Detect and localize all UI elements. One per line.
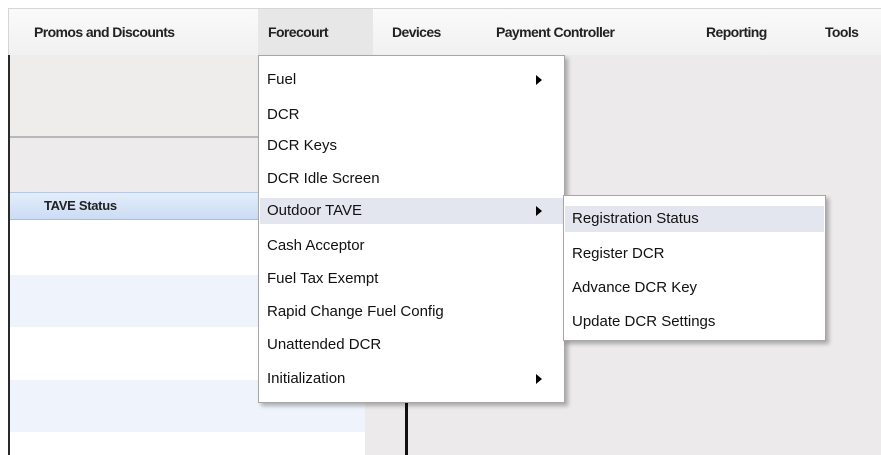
menu-reporting[interactable]: Reporting [706,9,767,55]
toolbar-area [10,55,260,138]
divider-line [405,400,408,455]
forecourt-dropdown-menu: Fuel DCR DCR Keys DCR Idle Screen Outdoo… [258,55,565,403]
menu-item-update-dcr-settings[interactable]: Update DCR Settings [565,309,824,335]
menu-promos-and-discounts[interactable]: Promos and Discounts [34,9,175,55]
menu-item-advance-dcr-key[interactable]: Advance DCR Key [565,275,824,301]
menu-item-fuel[interactable]: Fuel [260,67,563,93]
submenu-arrow-icon [536,374,542,384]
tave-status-title: TAVE Status [44,198,117,213]
menu-item-dcr-idle-screen[interactable]: DCR Idle Screen [260,166,563,192]
menu-item-dcr-keys[interactable]: DCR Keys [260,133,563,159]
menu-item-register-dcr[interactable]: Register DCR [565,241,824,267]
submenu-arrow-icon [536,206,542,216]
menu-payment-controller[interactable]: Payment Controller [496,9,615,55]
menu-item-dcr[interactable]: DCR [260,102,563,128]
submenu-arrow-icon [536,75,542,85]
menu-item-initialization[interactable]: Initialization [260,366,563,392]
table-row[interactable] [10,432,365,455]
menu-forecourt[interactable]: Forecourt [258,9,373,55]
menu-item-registration-status[interactable]: Registration Status [565,206,824,232]
menu-item-rapid-change-fuel-config[interactable]: Rapid Change Fuel Config [260,299,563,325]
menu-item-outdoor-tave[interactable]: Outdoor TAVE [260,198,563,224]
menu-devices[interactable]: Devices [392,9,441,55]
menu-item-unattended-dcr[interactable]: Unattended DCR [260,332,563,358]
menu-item-fuel-tax-exempt[interactable]: Fuel Tax Exempt [260,266,563,292]
main-menubar: Promos and Discounts Forecourt Devices P… [8,8,881,55]
menu-tools[interactable]: Tools [825,9,859,55]
filter-area [10,140,260,192]
menu-item-cash-acceptor[interactable]: Cash Acceptor [260,233,563,259]
outdoor-tave-submenu: Registration Status Register DCR Advance… [563,195,826,341]
